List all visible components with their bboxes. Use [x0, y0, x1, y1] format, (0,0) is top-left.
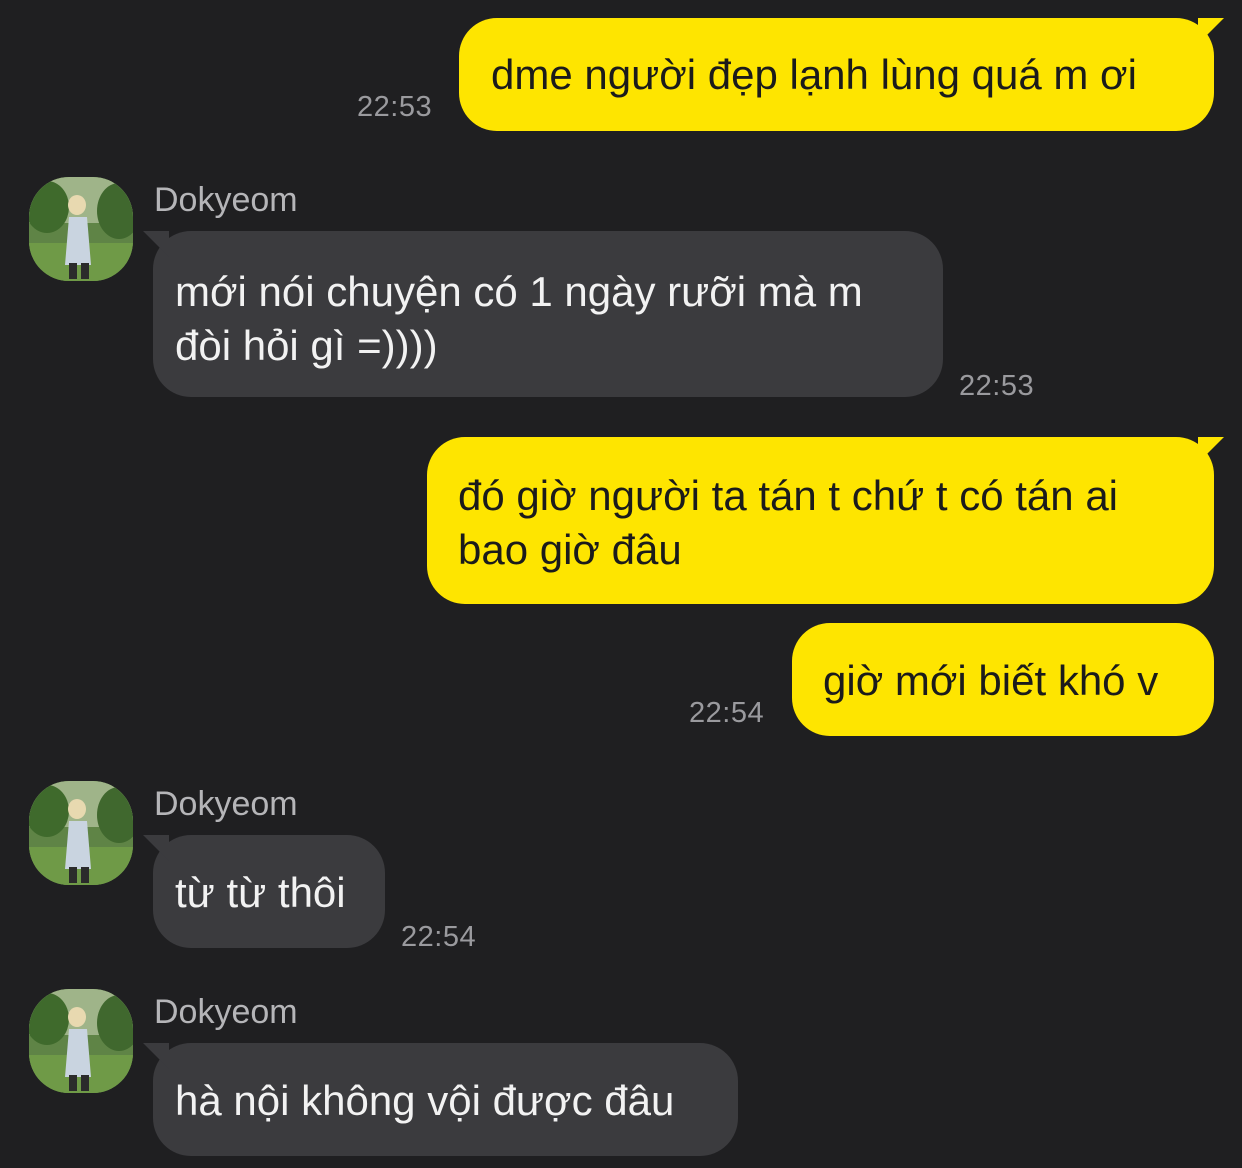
- incoming-message-bubble[interactable]: hà nội không vội được đâu: [143, 1043, 738, 1156]
- sender-name: Dokyeom: [154, 785, 298, 823]
- contact-avatar[interactable]: [29, 989, 133, 1093]
- outgoing-message-bubble[interactable]: đó giờ người ta tán t chứ t có tán ai ba…: [427, 437, 1224, 604]
- outgoing-message-bubble[interactable]: giờ mới biết khó v: [792, 623, 1214, 736]
- incoming-message-bubble[interactable]: mới nói chuyện có 1 ngày rưỡi mà m đòi h…: [143, 231, 943, 397]
- message-text-line: bao giờ đâu: [458, 526, 682, 573]
- sender-name: Dokyeom: [154, 181, 298, 219]
- message-text: dme người đẹp lạnh lùng quá m ơi: [491, 51, 1137, 98]
- message-text: từ từ thôi: [175, 869, 346, 916]
- message-text-line: đòi hỏi gì =)))): [175, 322, 438, 369]
- message-text: hà nội không vội được đâu: [175, 1077, 675, 1124]
- contact-avatar[interactable]: [29, 177, 133, 281]
- message-text-line: đó giờ người ta tán t chứ t có tán ai: [458, 472, 1119, 519]
- message-text-line: mới nói chuyện có 1 ngày rưỡi mà m: [175, 268, 863, 315]
- avatar-photo-icon: [29, 781, 133, 885]
- outgoing-message-bubble[interactable]: dme người đẹp lạnh lùng quá m ơi: [459, 18, 1224, 131]
- message-timestamp: 22:54: [689, 697, 765, 729]
- contact-avatar[interactable]: [29, 781, 133, 885]
- incoming-message-bubble[interactable]: từ từ thôi: [143, 835, 385, 948]
- message-text: giờ mới biết khó v: [823, 657, 1159, 704]
- chat-thread: 22:53 dme người đẹp lạnh lùng quá m ơi D…: [0, 0, 1242, 1168]
- message-timestamp: 22:53: [959, 370, 1035, 402]
- sender-name: Dokyeom: [154, 993, 298, 1031]
- avatar-photo-icon: [29, 177, 133, 281]
- avatar-photo-icon: [29, 989, 133, 1093]
- message-timestamp: 22:54: [401, 921, 477, 953]
- message-timestamp: 22:53: [357, 91, 433, 123]
